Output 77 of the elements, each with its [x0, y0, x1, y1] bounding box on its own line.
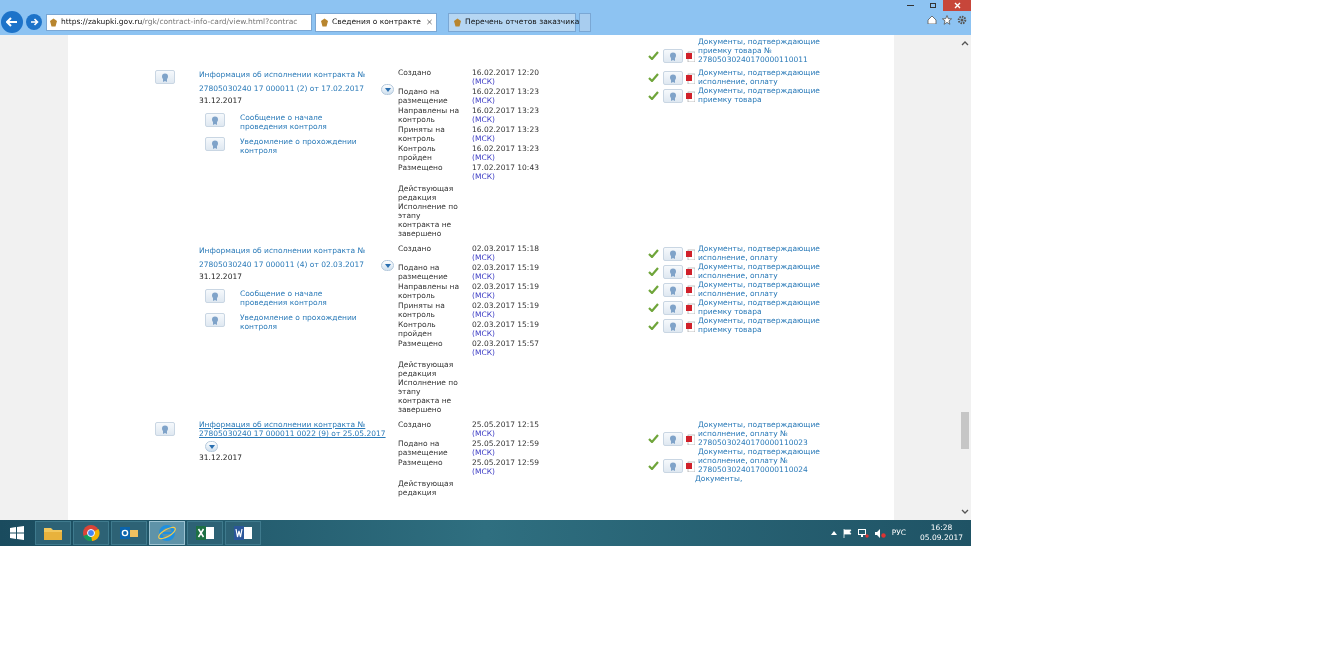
certificate-button[interactable] [663, 301, 683, 315]
seal-icon [211, 291, 219, 301]
scroll-up-icon[interactable] [961, 41, 969, 46]
flag-icon[interactable] [842, 528, 852, 538]
seal-icon [211, 315, 219, 325]
certificate-button[interactable] [663, 49, 683, 63]
certificate-button[interactable] [663, 71, 683, 85]
expand-button[interactable] [205, 441, 218, 452]
certificate-button[interactable] [663, 283, 683, 297]
certificate-button[interactable] [155, 422, 175, 436]
certificate-button[interactable] [663, 319, 683, 333]
taskbar-app[interactable] [73, 521, 109, 545]
scroll-thumb[interactable] [961, 412, 969, 449]
seal-icon [669, 434, 677, 444]
pdf-file-icon[interactable] [686, 50, 695, 62]
certificate-button[interactable] [205, 289, 225, 303]
expand-button[interactable] [381, 84, 394, 95]
seal-icon [669, 73, 677, 83]
back-button[interactable] [1, 11, 23, 33]
scroll-down-icon[interactable] [961, 509, 969, 514]
mail-app-icon[interactable] [119, 525, 139, 541]
certificate-button[interactable] [663, 89, 683, 103]
taskbar-app[interactable] [111, 521, 147, 545]
certificate-button[interactable] [155, 70, 175, 84]
pdf-file-icon[interactable] [686, 433, 695, 445]
certificate-button[interactable] [205, 137, 225, 151]
taskbar-app[interactable] [187, 521, 223, 545]
network-icon[interactable] [857, 528, 869, 538]
caret-icon [208, 444, 215, 449]
taskbar-app[interactable] [225, 521, 261, 545]
star-icon[interactable] [942, 15, 952, 25]
certificate-button[interactable] [205, 113, 225, 127]
certificate-button[interactable] [663, 459, 683, 473]
pdf-file-icon[interactable] [686, 266, 695, 278]
close-icon[interactable] [943, 0, 971, 11]
emblem-icon [320, 17, 329, 27]
seal-icon [669, 267, 677, 277]
settings-icon[interactable] [957, 15, 967, 25]
spreadsheet-icon[interactable] [195, 525, 215, 541]
back-arrow-icon [6, 17, 18, 27]
pdf-file-icon[interactable] [686, 90, 695, 102]
pdf-file-icon[interactable] [686, 72, 695, 84]
seal-icon [669, 285, 677, 295]
emblem-icon [453, 17, 462, 27]
pdf-file-icon[interactable] [686, 248, 695, 260]
seal-icon [669, 51, 677, 61]
seal-icon [669, 303, 677, 313]
chrome-icon[interactable] [82, 524, 100, 542]
seal-icon [669, 321, 677, 331]
forward-arrow-icon [29, 18, 39, 26]
caret-icon [384, 263, 391, 268]
speaker-muted-icon[interactable] [874, 528, 886, 538]
certificate-button[interactable] [663, 247, 683, 261]
seal-icon [211, 139, 219, 149]
certificate-button[interactable] [663, 432, 683, 446]
close-icon[interactable] [427, 19, 432, 25]
tray-arrow-icon[interactable] [830, 531, 837, 535]
seal-icon [161, 72, 169, 82]
home-icon[interactable] [927, 15, 937, 24]
expand-button[interactable] [381, 260, 394, 271]
seal-icon [161, 424, 169, 434]
pdf-file-icon[interactable] [686, 320, 695, 332]
seal-icon [669, 91, 677, 101]
seal-icon [669, 461, 677, 471]
forward-button[interactable] [26, 14, 42, 30]
pdf-file-icon[interactable] [686, 284, 695, 296]
taskbar-app[interactable] [35, 521, 71, 545]
pdf-file-icon[interactable] [686, 302, 695, 314]
seal-icon [669, 249, 677, 259]
certificate-button[interactable] [663, 265, 683, 279]
pdf-file-icon[interactable] [686, 460, 695, 472]
document-app-icon[interactable] [233, 525, 253, 541]
emblem-icon [49, 17, 58, 27]
seal-icon [211, 115, 219, 125]
folder-icon[interactable] [43, 525, 63, 541]
caret-icon [384, 87, 391, 92]
certificate-button[interactable] [205, 313, 225, 327]
